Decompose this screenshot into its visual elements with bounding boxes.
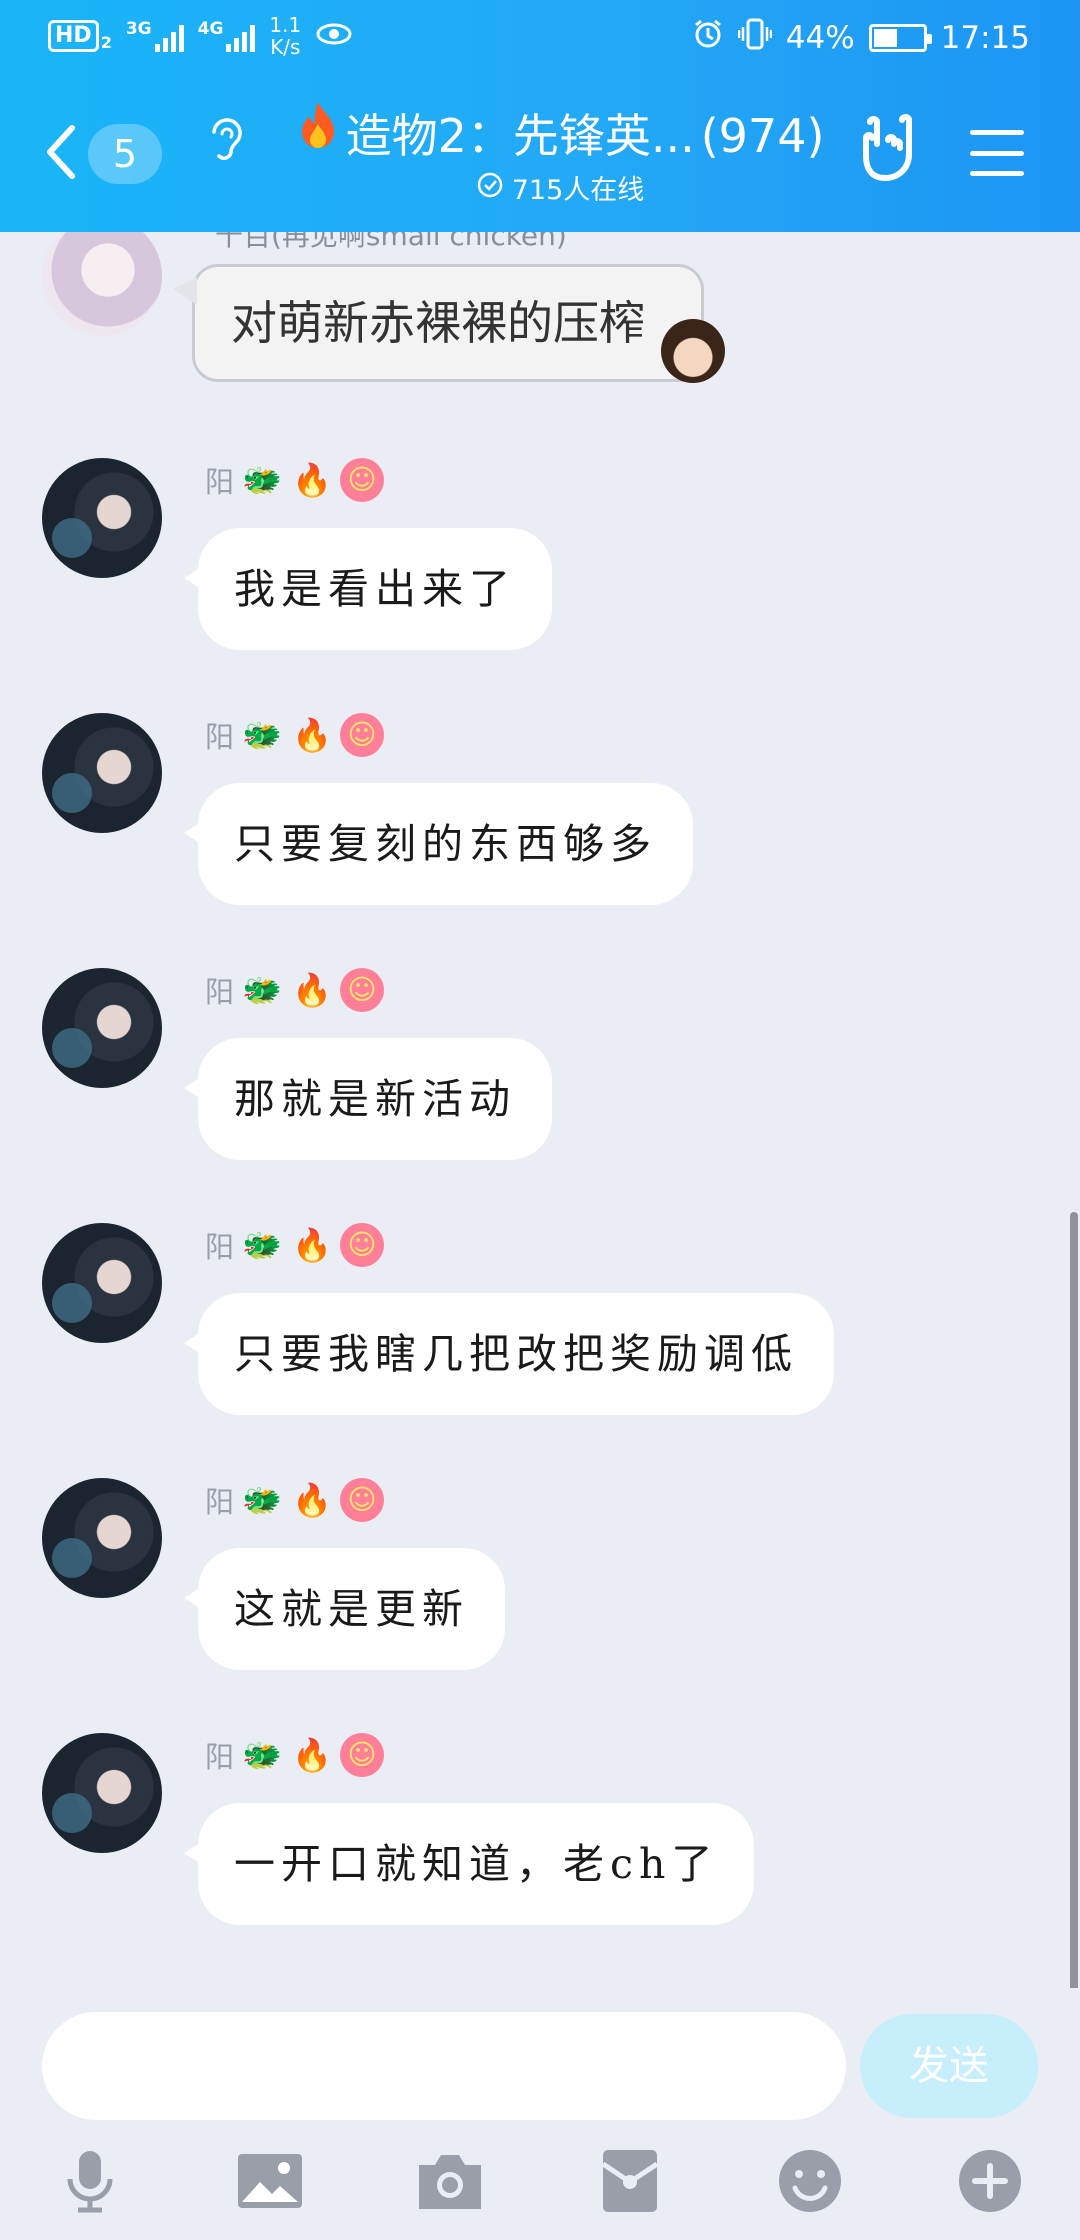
microphone-icon: [62, 2149, 118, 2217]
message-text: 对萌新赤裸裸的压榨: [231, 296, 645, 350]
avatar[interactable]: [42, 1478, 162, 1598]
avatar[interactable]: [42, 968, 162, 1088]
camera-icon: [415, 2151, 485, 2215]
battery-icon: [868, 24, 932, 52]
dragon-badge-icon: 🐲: [242, 461, 282, 499]
message-text: 一开口就知道，老ch了: [234, 1840, 719, 1888]
sender-name: 阳: [205, 465, 235, 499]
avatar[interactable]: [42, 458, 162, 578]
smile-badge-icon: ☺: [340, 1478, 385, 1522]
message-input[interactable]: [42, 2012, 846, 2120]
image-button[interactable]: [225, 2138, 315, 2228]
alarm-icon: [692, 18, 724, 58]
fire-badge-icon: 🔥: [292, 971, 332, 1009]
message-list[interactable]: 千百(再见啊small chicken) 对萌新赤裸裸的压榨 阳 🐲 🔥 ☺ 我…: [0, 232, 1080, 1988]
dragon-badge-icon: 🐲: [242, 1736, 282, 1774]
sender-name: 千百(再见啊small chicken): [215, 232, 567, 252]
group-name: 造物2：先锋英...: [345, 108, 695, 163]
ear-icon[interactable]: [204, 112, 248, 172]
dragon-badge-icon: 🐲: [242, 971, 282, 1009]
online-count: 715人在线: [511, 174, 645, 206]
input-toolbar: [0, 2138, 1080, 2228]
sender-name: 阳: [205, 1230, 235, 1264]
emoji-button[interactable]: [765, 2138, 855, 2228]
smile-badge-icon: ☺: [340, 1733, 385, 1777]
message-text: 那就是新活动: [234, 1075, 516, 1123]
fire-badge-icon: 🔥: [292, 461, 332, 499]
message-bubble[interactable]: 那就是新活动: [184, 1038, 552, 1160]
network-speed: 1.1 K/s: [269, 13, 302, 59]
vibrate-icon: [737, 18, 772, 58]
dragon-badge-icon: 🐲: [242, 1481, 282, 1519]
more-button[interactable]: [945, 2138, 1035, 2228]
avatar[interactable]: [42, 1223, 162, 1343]
chevron-left-icon: [44, 124, 78, 184]
status-bar: HD 2 3G 4G 1.1 K/s 44% 17:15: [0, 0, 1080, 82]
hd-indicator: HD 2: [48, 20, 112, 52]
signal-3g: 3G: [126, 20, 184, 52]
dragon-badge-icon: 🐲: [242, 1226, 282, 1264]
emoji-icon: [777, 2148, 843, 2218]
avatar[interactable]: [42, 232, 162, 336]
plus-icon: [957, 2148, 1023, 2218]
signal-bars-icon: [226, 20, 256, 52]
smile-badge-icon: ☺: [340, 458, 385, 502]
smile-badge-icon: ☺: [340, 968, 385, 1012]
fire-badge-icon: 🔥: [292, 1481, 332, 1519]
fire-badge-icon: 🔥: [292, 1736, 332, 1774]
sender-name: 阳: [205, 1740, 235, 1774]
fire-badge-icon: 🔥: [292, 716, 332, 754]
sticker-avatar-icon: [661, 319, 725, 383]
smile-badge-icon: ☺: [340, 1223, 385, 1267]
message-bubble[interactable]: 这就是更新: [184, 1548, 505, 1670]
red-packet-button[interactable]: [585, 2138, 675, 2228]
image-icon: [236, 2152, 304, 2214]
message-text: 这就是更新: [234, 1585, 469, 1633]
eye-icon: [315, 21, 353, 51]
message-text: 只要复刻的东西够多: [234, 820, 657, 868]
fire-badge-icon: 🔥: [292, 1226, 332, 1264]
menu-icon: [970, 130, 1024, 135]
message-text: 我是看出来了: [234, 565, 516, 613]
member-count: (974): [700, 108, 825, 163]
rock-hand-icon[interactable]: [858, 112, 920, 186]
send-button[interactable]: 发送: [860, 2014, 1038, 2118]
signal-4g: 4G: [198, 20, 256, 52]
dragon-badge-icon: 🐲: [242, 716, 282, 754]
fire-icon: [296, 100, 340, 171]
sender-name: 阳: [205, 975, 235, 1009]
sender-name: 阳: [205, 1485, 235, 1519]
back-button[interactable]: 5: [44, 124, 162, 184]
message-text: 只要我瞎几把改把奖励调低: [234, 1330, 798, 1378]
battery-percent: 44%: [785, 20, 855, 56]
input-area: 发送: [0, 1988, 1080, 2240]
voice-button[interactable]: [45, 2138, 135, 2228]
clock: 17:15: [940, 20, 1030, 56]
unread-count-badge: 5: [88, 124, 162, 184]
message-bubble[interactable]: 对萌新赤裸裸的压榨: [173, 264, 725, 383]
message-bubble[interactable]: 一开口就知道，老ch了: [183, 1803, 755, 1925]
menu-button[interactable]: [970, 130, 1024, 176]
group-title[interactable]: 造物2：先锋英... (974) 715人在线: [270, 100, 850, 210]
message-bubble[interactable]: 只要我瞎几把改把奖励调低: [184, 1293, 834, 1415]
chat-header: HD 2 3G 4G 1.1 K/s 44% 17:15 5 造物2：先锋英..…: [0, 0, 1080, 232]
avatar[interactable]: [42, 713, 162, 833]
message-bubble[interactable]: 我是看出来了: [184, 528, 552, 650]
smile-badge-icon: ☺: [340, 713, 385, 757]
scrollbar[interactable]: [1070, 1212, 1078, 1988]
nav-bar: 5 造物2：先锋英... (974) 715人在线: [0, 82, 1080, 232]
message-bubble[interactable]: 只要复刻的东西够多: [184, 783, 693, 905]
signal-bars-icon: [154, 20, 184, 52]
sender-name: 阳: [205, 720, 235, 754]
red-packet-icon: [601, 2148, 659, 2218]
camera-button[interactable]: [405, 2138, 495, 2228]
online-check-icon: [476, 171, 504, 210]
avatar[interactable]: [42, 1733, 162, 1853]
